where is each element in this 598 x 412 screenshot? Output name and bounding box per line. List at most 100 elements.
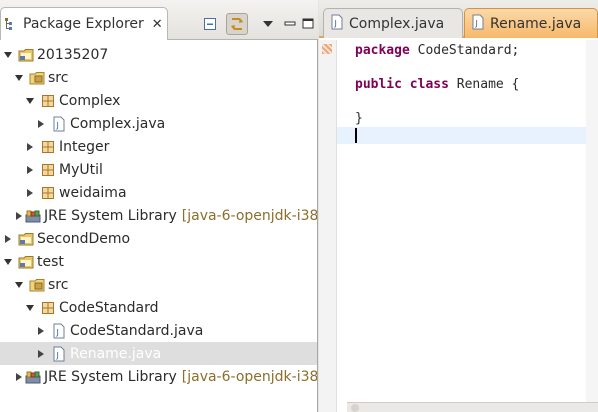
code-text: Rename { [448,77,520,92]
tab-label: Complex.java [349,15,445,32]
code-line-closing: } [337,110,586,127]
code-editor[interactable]: package CodeStandard; public class Renam… [337,40,586,400]
tree-item-label: src [48,276,69,293]
tree-item-label: MyUtil [59,161,103,178]
tree-item-label: Rename.java [70,345,162,362]
text-caret [355,128,357,143]
tree-item[interactable]: MyUtil [0,158,317,181]
svg-text:J: J [334,19,337,28]
chevron-down-icon[interactable] [13,279,25,291]
svg-text:J: J [56,328,59,337]
chevron-right-icon[interactable] [35,348,47,360]
tree-item[interactable]: 20135207 [0,43,317,66]
tree-item-decoration: [java-6-openjdk-i386] [181,368,317,385]
ruler-marker [322,44,332,54]
library-icon [25,208,41,224]
collapse-all-icon[interactable] [199,13,221,35]
chevron-right-icon[interactable] [2,233,14,245]
source-folder-icon [29,277,45,293]
vertical-ruler [319,40,337,412]
chevron-right-icon[interactable] [24,187,36,199]
code-line-class: public class Rename { [337,76,586,93]
svg-text:J: J [56,121,59,130]
tab-complex-java[interactable]: J Complex.java [323,8,463,38]
java-file-icon: J [471,14,485,34]
tree-item-label: src [48,69,69,86]
view-menu-icon[interactable] [257,13,279,35]
chevron-right-icon[interactable] [35,118,47,130]
package-explorer-title: Package Explorer [23,16,144,32]
tree-item[interactable]: SecondDemo [0,227,317,250]
tree-item-label: CodeStandard.java [70,322,204,339]
tree-item-label: 20135207 [37,46,109,63]
java-file-icon: J [51,323,67,339]
close-icon[interactable]: ✕ [152,17,163,32]
tree-item-label: SecondDemo [37,230,131,247]
tree-item[interactable]: CodeStandard [0,296,317,319]
tree-item[interactable]: J Complex.java [0,112,317,135]
tree-item-label: Integer [59,138,110,155]
tree-item-label: Complex [59,92,121,109]
chevron-right-icon[interactable] [24,164,36,176]
chevron-right-icon[interactable] [35,325,47,337]
tab-rename-java[interactable]: J Rename.java [464,8,598,38]
tree-item-label: weidaima [59,184,127,201]
package-explorer-icon [3,16,19,32]
chevron-down-icon[interactable] [24,95,36,107]
tree-item[interactable]: Complex [0,89,317,112]
code-line-current [337,127,586,144]
chevron-down-icon[interactable] [13,72,25,84]
chevron-down-icon[interactable] [24,302,36,314]
package-icon [40,185,56,201]
editor-area: J Complex.java J Rename.java package Cod… [319,0,598,412]
java-file-icon: J [51,346,67,362]
java-file-icon: J [330,14,344,34]
library-icon [25,369,41,385]
tree-item-label: CodeStandard [59,299,159,316]
java-file-icon: J [51,116,67,132]
maximize-icon[interactable] [297,13,319,35]
chevron-down-icon[interactable] [2,49,14,61]
package-explorer-view: Package Explorer ✕ 20135207 src Complex J Co… [0,0,318,412]
package-explorer-tab[interactable]: Package Explorer ✕ [0,7,168,40]
tree-item-label: Complex.java [70,115,166,132]
tree-item[interactable]: JRE System Library[java-6-openjdk-i386] [0,204,317,227]
keyword: class [409,77,449,92]
project-icon [18,231,34,247]
scroll-left-arrow[interactable] [351,404,359,412]
keyword: public [355,77,402,92]
project-icon [18,254,34,270]
svg-text:J: J [56,351,59,360]
code-text: CodeStandard; [409,43,520,58]
tree-item-label: test [37,253,64,270]
package-icon [40,300,56,316]
tab-label: Rename.java [490,15,582,32]
editor-tabbar: J Complex.java J Rename.java [319,0,598,38]
chevron-right-icon[interactable] [24,141,36,153]
tree-item[interactable]: J Rename.java [0,342,317,365]
package-explorer-tabbar: Package Explorer ✕ [0,0,318,40]
package-tree: 20135207 src Complex J Complex.java Integer My… [0,40,317,412]
tree-item[interactable]: test [0,250,317,273]
chevron-right-icon[interactable] [13,371,25,383]
code-text: } [355,111,363,126]
tree-item[interactable]: J CodeStandard.java [0,319,317,342]
tree-item[interactable]: Integer [0,135,317,158]
project-icon [18,47,34,63]
keyword: package [355,43,410,58]
source-folder-icon [29,70,45,86]
svg-text:J: J [475,19,478,28]
tree-item[interactable]: weidaima [0,181,317,204]
horizontal-scrollbar[interactable] [347,402,598,412]
tree-item-label: JRE System Library [44,207,177,224]
tree-item[interactable]: src [0,66,317,89]
link-with-editor-icon[interactable] [226,13,248,35]
package-icon [40,93,56,109]
chevron-down-icon[interactable] [2,256,14,268]
code-line-package: package CodeStandard; [337,42,586,59]
tree-item-label: JRE System Library [44,368,177,385]
chevron-right-icon[interactable] [13,210,25,222]
tree-item[interactable]: JRE System Library[java-6-openjdk-i386] [0,365,317,388]
tree-item[interactable]: src [0,273,317,296]
overview-ruler [586,40,598,412]
